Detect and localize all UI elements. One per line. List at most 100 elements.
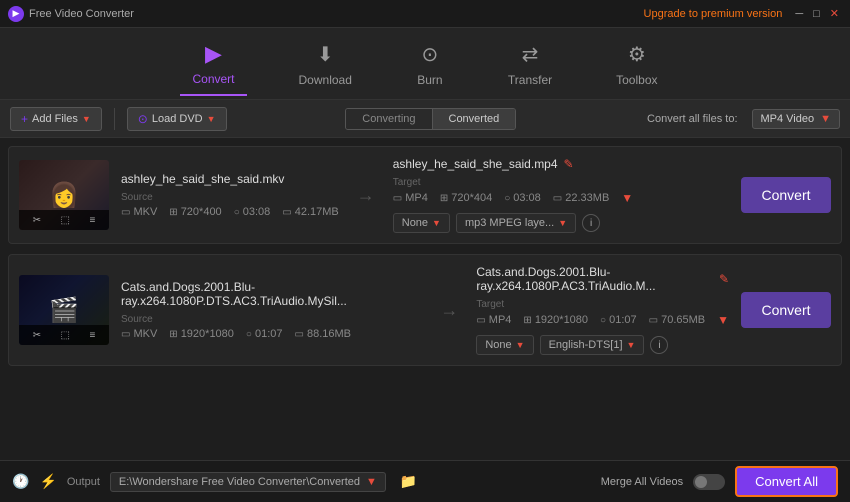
output-path[interactable]: E:\Wondershare Free Video Converter\Conv… — [110, 472, 386, 492]
transfer-nav-icon: ⇄ — [516, 41, 544, 69]
nav-convert-label: Convert — [192, 72, 234, 86]
edit-icon-1[interactable]: ✎ — [564, 157, 574, 171]
download-nav-icon: ⬇ — [311, 41, 339, 69]
target-size-1: ▭ 22.33MB — [553, 192, 609, 204]
list-icon-2[interactable]: ≡ — [89, 330, 95, 341]
add-icon: + — [21, 112, 28, 126]
subtitle-select-1[interactable]: None ▼ — [393, 213, 450, 233]
source-size-1: ▭ 42.17MB — [282, 206, 338, 218]
arrow-2: → — [434, 300, 464, 321]
target-dur-icon-1: ○ — [504, 193, 510, 204]
merge-toggle[interactable] — [693, 474, 725, 490]
list-icon-1[interactable]: ≡ — [89, 215, 95, 226]
nav-transfer[interactable]: ⇄ Transfer — [496, 33, 564, 95]
lightning-icon[interactable]: ⚡ — [39, 473, 56, 490]
crop-icon-1[interactable]: ⬚ — [61, 215, 70, 226]
output-label: Output — [67, 476, 100, 488]
source-res-icon-1: ⊞ — [169, 207, 177, 218]
minimize-btn[interactable]: ─ — [792, 8, 806, 20]
source-duration-2: ○ 01:07 — [246, 328, 283, 340]
source-format-2: ▭ MKV — [121, 328, 157, 340]
format-select[interactable]: MP4 Video ▼ — [752, 109, 841, 129]
folder-icon[interactable]: 📁 — [400, 473, 417, 490]
tab-converted[interactable]: Converted — [433, 109, 516, 129]
source-block-1: ashley_he_said_she_said.mkv Source ▭ MKV… — [121, 172, 339, 218]
file-thumb-2: 🎬 ✂ ⬚ ≡ — [19, 275, 109, 345]
info-icon-1[interactable]: i — [582, 214, 600, 232]
convert-button-2[interactable]: Convert — [741, 292, 831, 328]
convert-all-button[interactable]: Convert All — [735, 466, 838, 497]
target-format-icon-2: ▭ — [476, 315, 485, 326]
target-bottom-2: None ▼ English-DTS[1] ▼ i — [476, 335, 729, 355]
source-label-2: Source — [121, 314, 422, 325]
edit-icon-2[interactable]: ✎ — [719, 272, 729, 286]
audio-select-2[interactable]: English-DTS[1] ▼ — [540, 335, 645, 355]
file-thumb-1: 👩 ✂ ⬚ ≡ — [19, 160, 109, 230]
arrow-1: → — [351, 185, 381, 206]
source-format-icon-1: ▭ — [121, 207, 130, 218]
target-label-1: Target — [393, 177, 729, 188]
target-format-2: ▭ MP4 — [476, 314, 511, 326]
target-name-row-2: Cats.and.Dogs.2001.Blu-ray.x264.1080P.AC… — [476, 265, 729, 293]
subtitle-select-2[interactable]: None ▼ — [476, 335, 533, 355]
close-btn[interactable]: ✕ — [827, 7, 842, 20]
source-dur-icon-2: ○ — [246, 329, 252, 340]
source-res-icon-2: ⊞ — [169, 329, 177, 340]
scissors-icon-1[interactable]: ✂ — [33, 215, 41, 226]
convert-all-files-label: Convert all files to: — [647, 113, 737, 125]
nav-burn[interactable]: ⊙ Burn — [404, 33, 456, 95]
load-dvd-label: Load DVD — [152, 113, 203, 125]
convert-button-1[interactable]: Convert — [741, 177, 831, 213]
source-duration-1: ○ 03:08 — [234, 206, 271, 218]
target-duration-2: ○ 01:07 — [600, 314, 637, 326]
file-list: 👩 ✂ ⬚ ≡ ashley_he_said_she_said.mkv Sour… — [0, 138, 850, 460]
status-bar: 🕐 ⚡ Output E:\Wondershare Free Video Con… — [0, 460, 850, 502]
output-path-chevron: ▼ — [366, 476, 377, 488]
separator-1 — [114, 108, 115, 130]
nav-download-label: Download — [299, 73, 352, 87]
logo-icon: ▶ — [8, 6, 24, 22]
maximize-btn[interactable]: □ — [810, 8, 823, 20]
toolbar: + Add Files ▼ ⊙ Load DVD ▼ Converting Co… — [0, 100, 850, 138]
nav-transfer-label: Transfer — [508, 73, 552, 87]
target-dur-icon-2: ○ — [600, 315, 606, 326]
toolbox-nav-icon: ⚙ — [623, 41, 651, 69]
upgrade-link[interactable]: Upgrade to premium version — [644, 8, 783, 20]
source-meta-2: ▭ MKV ⊞ 1920*1080 ○ 01:07 ▭ 88.16MB — [121, 328, 422, 340]
load-dvd-button[interactable]: ⊙ Load DVD ▼ — [127, 107, 227, 131]
nav-toolbox-label: Toolbox — [616, 73, 657, 87]
audio-select-1[interactable]: mp3 MPEG laye... ▼ — [456, 213, 576, 233]
nav-download[interactable]: ⬇ Download — [287, 33, 364, 95]
title-bar: ▶ Free Video Converter Upgrade to premiu… — [0, 0, 850, 28]
add-files-label: Add Files — [32, 113, 78, 125]
target-chevron-1[interactable]: ▼ — [621, 191, 633, 205]
target-format-icon-1: ▭ — [393, 193, 402, 204]
scissors-icon-2[interactable]: ✂ — [33, 330, 41, 341]
nav-toolbox[interactable]: ⚙ Toolbox — [604, 33, 669, 95]
target-chevron-2[interactable]: ▼ — [717, 313, 729, 327]
info-icon-2[interactable]: i — [650, 336, 668, 354]
target-block-1: ashley_he_said_she_said.mp4 ✎ Target ▭ M… — [393, 157, 729, 233]
format-label: MP4 Video — [761, 113, 815, 125]
target-meta-2: ▭ MP4 ⊞ 1920*1080 ○ 01:07 ▭ 70.65MB ▼ — [476, 313, 729, 327]
target-size-icon-2: ▭ — [649, 315, 658, 326]
crop-icon-2[interactable]: ⬚ — [61, 330, 70, 341]
convert-tabs: Converting Converted — [345, 108, 516, 130]
target-filename-1: ashley_he_said_she_said.mp4 — [393, 157, 558, 171]
app-logo: ▶ Free Video Converter — [8, 6, 134, 22]
thumb-tools-1: ✂ ⬚ ≡ — [19, 210, 109, 230]
clock-icon[interactable]: 🕐 — [12, 473, 29, 490]
source-size-2: ▭ 88.16MB — [295, 328, 351, 340]
source-resolution-2: ⊞ 1920*1080 — [169, 328, 234, 340]
source-dur-icon-1: ○ — [234, 207, 240, 218]
source-size-icon-1: ▭ — [282, 207, 291, 218]
audio-chevron-2: ▼ — [627, 340, 636, 350]
source-format-icon-2: ▭ — [121, 329, 130, 340]
nav-convert[interactable]: ▶ Convert — [180, 32, 246, 96]
tab-converting[interactable]: Converting — [346, 109, 432, 129]
dvd-icon: ⊙ — [138, 112, 148, 126]
add-files-button[interactable]: + Add Files ▼ — [10, 107, 102, 131]
target-resolution-2: ⊞ 1920*1080 — [523, 314, 588, 326]
target-format-1: ▭ MP4 — [393, 192, 428, 204]
source-label-1: Source — [121, 192, 339, 203]
